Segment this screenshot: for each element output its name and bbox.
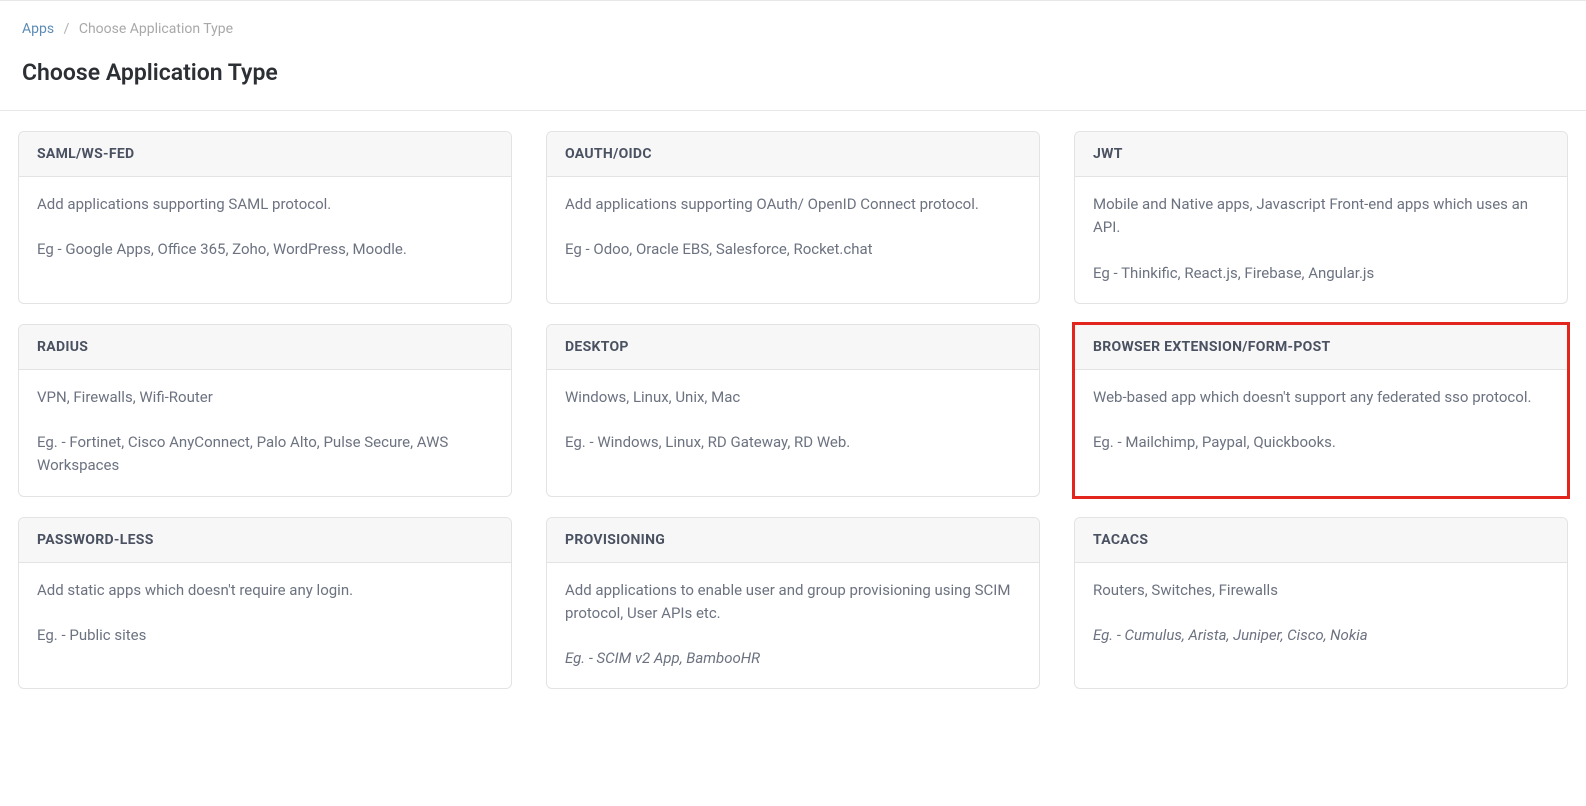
card-header: JWT xyxy=(1075,132,1567,177)
card-eg: Eg. - Windows, Linux, RD Gateway, RD Web… xyxy=(565,431,1021,454)
breadcrumb-apps-link[interactable]: Apps xyxy=(22,21,54,37)
card-provisioning[interactable]: PROVISIONING Add applications to enable … xyxy=(546,517,1040,690)
card-header: PROVISIONING xyxy=(547,518,1039,563)
card-header: SAML/WS-FED xyxy=(19,132,511,177)
card-eg: Eg. - Public sites xyxy=(37,624,493,647)
card-desc: Routers, Switches, Firewalls xyxy=(1093,579,1549,602)
card-saml-wsfed[interactable]: SAML/WS-FED Add applications supporting … xyxy=(18,131,512,304)
card-radius[interactable]: RADIUS VPN, Firewalls, Wifi-Router Eg. -… xyxy=(18,324,512,497)
card-desc: Add applications supporting SAML protoco… xyxy=(37,193,493,216)
breadcrumb-current: Choose Application Type xyxy=(79,21,233,37)
card-header: BROWSER EXTENSION/FORM-POST xyxy=(1075,325,1567,370)
card-desc: VPN, Firewalls, Wifi-Router xyxy=(37,386,493,409)
card-eg: Eg. - Cumulus, Arista, Juniper, Cisco, N… xyxy=(1093,624,1549,647)
card-eg: Eg - Odoo, Oracle EBS, Salesforce, Rocke… xyxy=(565,238,1021,261)
card-oauth-oidc[interactable]: OAUTH/OIDC Add applications supporting O… xyxy=(546,131,1040,304)
card-header: OAUTH/OIDC xyxy=(547,132,1039,177)
card-eg: Eg - Google Apps, Office 365, Zoho, Word… xyxy=(37,238,493,261)
card-eg: Eg - Thinkific, React.js, Firebase, Angu… xyxy=(1093,262,1549,285)
card-eg: Eg. - Mailchimp, Paypal, Quickbooks. xyxy=(1093,431,1549,454)
app-type-grid: SAML/WS-FED Add applications supporting … xyxy=(0,111,1586,699)
card-browser-extension-form-post[interactable]: BROWSER EXTENSION/FORM-POST Web-based ap… xyxy=(1074,324,1568,497)
card-tacacs[interactable]: TACACS Routers, Switches, Firewalls Eg. … xyxy=(1074,517,1568,690)
card-header: DESKTOP xyxy=(547,325,1039,370)
page-title: Choose Application Type xyxy=(0,47,1586,111)
card-jwt[interactable]: JWT Mobile and Native apps, Javascript F… xyxy=(1074,131,1568,304)
card-eg: Eg. - SCIM v2 App, BambooHR xyxy=(565,647,1021,670)
breadcrumb: Apps / Choose Application Type xyxy=(0,0,1586,47)
card-desc: Mobile and Native apps, Javascript Front… xyxy=(1093,193,1549,240)
card-desc: Web-based app which doesn't support any … xyxy=(1093,386,1549,409)
card-desc: Add applications to enable user and grou… xyxy=(565,579,1021,626)
card-desc: Add applications supporting OAuth/ OpenI… xyxy=(565,193,1021,216)
breadcrumb-separator: / xyxy=(64,21,70,37)
card-header: TACACS xyxy=(1075,518,1567,563)
card-desc: Windows, Linux, Unix, Mac xyxy=(565,386,1021,409)
card-eg: Eg. - Fortinet, Cisco AnyConnect, Palo A… xyxy=(37,431,493,478)
card-header: RADIUS xyxy=(19,325,511,370)
card-header: PASSWORD-LESS xyxy=(19,518,511,563)
card-desc: Add static apps which doesn't require an… xyxy=(37,579,493,602)
card-password-less[interactable]: PASSWORD-LESS Add static apps which does… xyxy=(18,517,512,690)
card-desktop[interactable]: DESKTOP Windows, Linux, Unix, Mac Eg. - … xyxy=(546,324,1040,497)
